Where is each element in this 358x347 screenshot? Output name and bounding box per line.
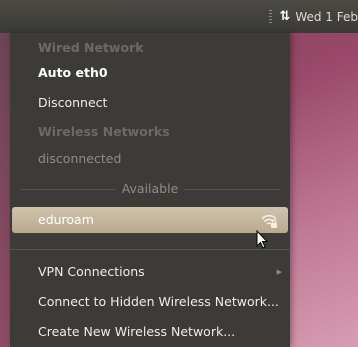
panel-separator [269,9,273,24]
available-label: Available [121,181,179,196]
clock[interactable]: Wed 1 Feb [295,10,358,24]
network-item-eduroam[interactable]: eduroam [12,207,288,233]
connect-hidden-network-item[interactable]: Connect to Hidden Wireless Network... [10,289,290,315]
auto-eth0-item[interactable]: Auto eth0 [10,60,290,86]
available-separator: Available [10,176,290,202]
wifi-signal-locked-icon [261,214,277,228]
wireless-status: disconnected [38,151,122,166]
submenu-arrow-icon: ▶ [276,268,282,276]
indicator-area: ⇅ Wed 1 Feb [269,0,358,33]
disconnect-item[interactable]: Disconnect [10,90,290,116]
menu-divider [10,249,290,250]
vpn-connections-item[interactable]: VPN Connections ▶ [10,259,290,285]
mouse-pointer-icon [256,230,268,249]
desktop-edge [0,33,10,347]
vpn-label: VPN Connections [38,264,145,279]
top-panel: ⇅ Wed 1 Feb [0,0,358,33]
create-new-network-item[interactable]: Create New Wireless Network... [10,319,290,345]
network-name: eduroam [38,212,94,227]
divider-left [20,189,116,190]
wired-network-header: Wired Network [38,40,144,55]
network-icon[interactable]: ⇅ [279,9,290,24]
wireless-networks-header: Wireless Networks [38,124,170,139]
network-menu: Wired Network Auto eth0 Disconnect Wirel… [10,33,290,347]
divider-right [184,189,280,190]
